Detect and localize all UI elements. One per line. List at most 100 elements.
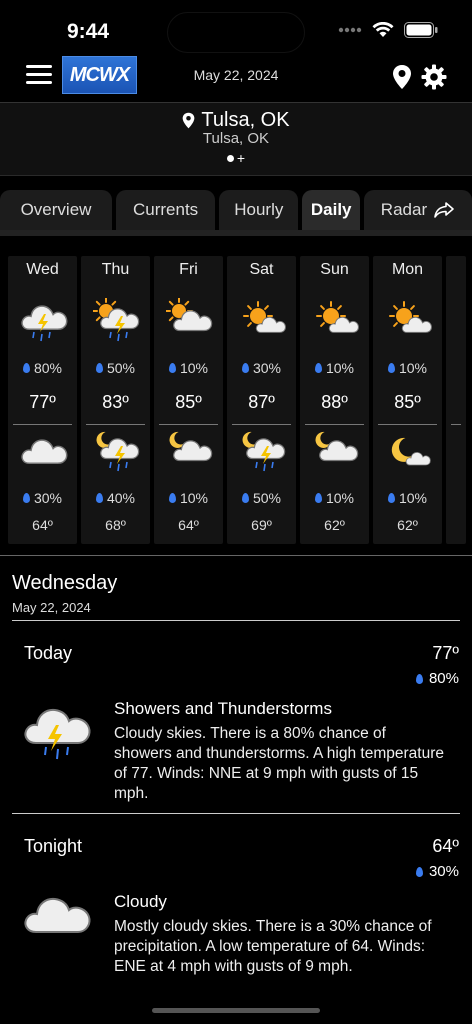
day-column[interactable]: Fri 10% 85º 10% 64º (154, 256, 223, 544)
tab-hourly[interactable]: Hourly (219, 190, 299, 230)
low-temp: 64º (32, 517, 53, 533)
sun-partly-cloud-icon (239, 298, 287, 342)
moon-cloud-icon (312, 428, 360, 472)
daily-forecast-strip[interactable]: Wed 80% 77º 30% 64º Thu 50% 83º 40% 68º … (8, 256, 472, 544)
tab-bar: Overview Currents Hourly Daily Radar (0, 190, 472, 230)
period-pop-today: 80% (415, 670, 459, 687)
night-pop: 10% (300, 490, 369, 506)
location-pin-icon[interactable] (392, 64, 412, 90)
day-column[interactable]: Mon 10% 85º 10% 62º (373, 256, 442, 544)
raindrop-icon (387, 363, 395, 373)
high-temp: 87º (248, 392, 275, 412)
low-temp: 62º (324, 517, 345, 533)
day-column[interactable]: Thu 50% 83º 40% 68º (81, 256, 150, 544)
divider (159, 424, 218, 425)
period-label-tonight: Tonight (24, 836, 83, 856)
pop-value: 30% (33, 490, 63, 506)
status-bar: 9:44 (0, 0, 472, 56)
pop-value: 10% (398, 360, 428, 376)
pop-value: 50% (106, 360, 136, 376)
day-column[interactable]: Sat 30% 87º 50% 69º (227, 256, 296, 544)
day-column[interactable]: Wed 80% 77º 30% 64º (8, 256, 77, 544)
status-icons (338, 22, 438, 38)
divider (0, 555, 472, 556)
day-name: Sat (249, 261, 274, 278)
pop-value: 10% (179, 490, 209, 506)
day-pop: 10% (154, 360, 223, 376)
raindrop-icon (168, 493, 176, 503)
pop-value: 50% (252, 490, 282, 506)
day-name: Mon (391, 261, 424, 278)
low-temp: 64º (178, 517, 199, 533)
period-text-tonight: Mostly cloudy skies. There is a 30% chan… (114, 918, 432, 975)
pop-value: 80% (33, 360, 63, 376)
day-column[interactable]: Sun 10% 88º 10% 62º (300, 256, 369, 544)
gear-icon[interactable] (421, 64, 447, 90)
pop-value: 80% (428, 670, 459, 687)
share-arrow-icon (434, 202, 454, 218)
divider (232, 424, 291, 425)
signal-icon (338, 27, 362, 33)
tab-radar[interactable]: Radar (363, 190, 472, 230)
tab-label: Daily (310, 200, 352, 219)
app-header: MCWX May 22, 2024 (0, 52, 472, 102)
raindrop-icon (22, 493, 30, 503)
bottom-safe-area (0, 984, 472, 1024)
location-subtitle: Tulsa, OK (202, 130, 270, 147)
tab-label: Radar (380, 200, 428, 219)
raindrop-icon (95, 363, 103, 373)
pop-value: 10% (398, 490, 428, 506)
high-temp: 77º (29, 392, 56, 412)
page-dot[interactable] (226, 154, 234, 162)
raindrop-icon (168, 363, 176, 373)
day-name: Fri (179, 261, 198, 278)
detail-date: May 22, 2024 (12, 600, 91, 615)
moon-cloud-icon (166, 428, 214, 472)
night-pop: 50% (227, 490, 296, 506)
home-indicator[interactable] (152, 1008, 320, 1013)
pop-value: 30% (428, 863, 459, 880)
divider (12, 813, 460, 814)
day-column-partial[interactable] (446, 256, 466, 544)
divider (13, 424, 72, 425)
divider (305, 424, 364, 425)
cloud-storm-icon (24, 708, 91, 760)
tab-currents[interactable]: Currents (116, 190, 216, 230)
tab-daily[interactable]: Daily (302, 190, 360, 230)
raindrop-icon (387, 493, 395, 503)
tab-label: Currents (132, 200, 199, 219)
raindrop-icon (415, 673, 423, 684)
status-time: 9:44 (67, 20, 110, 43)
day-name: Thu (101, 261, 130, 278)
day-pop: 50% (81, 360, 150, 376)
night-pop: 30% (8, 490, 77, 506)
divider (12, 620, 460, 621)
period-title-today: Showers and Thunderstorms (114, 699, 332, 718)
day-pop: 10% (373, 360, 442, 376)
location-city: Tulsa, OK (0, 109, 472, 132)
tab-label: Overview (20, 200, 92, 219)
night-pop: 10% (373, 490, 442, 506)
period-temp-today: 77º (432, 643, 459, 663)
detail-header: Wednesday May 22, 2024 (12, 572, 117, 615)
period-title-tonight: Cloudy (114, 892, 167, 911)
divider (86, 424, 145, 425)
moon-cloud-storm-icon (93, 428, 141, 472)
raindrop-icon (314, 363, 322, 373)
high-temp: 83º (102, 392, 129, 412)
detail-day-name: Wednesday (12, 572, 118, 594)
add-location-button[interactable]: + (237, 150, 245, 166)
raindrop-icon (22, 363, 30, 373)
divider (451, 424, 461, 425)
location-pin-icon (183, 112, 195, 129)
low-temp: 62º (397, 517, 418, 533)
tab-underline (0, 230, 472, 236)
raindrop-icon (314, 493, 322, 503)
period-label-today: Today (24, 643, 73, 663)
wifi-icon (372, 22, 394, 37)
location-bar[interactable]: Tulsa, OK Tulsa, OK + (0, 102, 472, 176)
day-name: Sun (320, 261, 349, 278)
tab-overview[interactable]: Overview (0, 190, 113, 230)
cloud-icon (24, 897, 91, 933)
sun-cloud-storm-icon (92, 297, 141, 342)
